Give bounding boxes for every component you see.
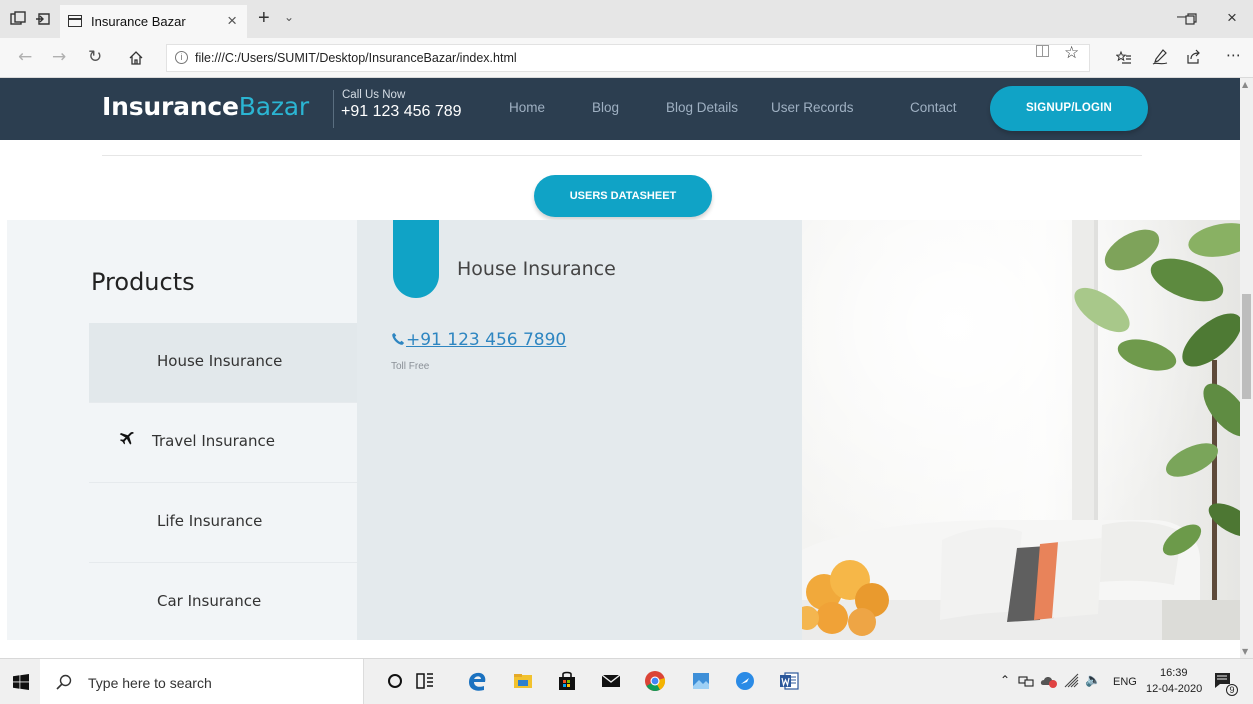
cortana-icon[interactable] [384,670,406,692]
nav-home[interactable]: Home [509,100,545,115]
favorites-list-icon[interactable] [1116,50,1132,66]
clock-time[interactable]: 16:39 [1160,667,1188,679]
messenger-app-icon[interactable] [734,670,756,692]
new-tab-button[interactable]: + [258,7,270,30]
header-divider [333,90,334,128]
product-detail-panel: House Insurance +91 123 456 7890 Toll Fr… [357,220,802,640]
tab-title: Insurance Bazar [91,14,186,29]
search-icon [56,674,72,690]
product-life-insurance[interactable]: Life Insurance [89,483,357,563]
restore-icon[interactable] [1185,12,1197,30]
taskbar-search[interactable]: Type here to search [40,659,364,704]
phone-number: +91 123 456 7890 [406,330,567,350]
windows-start-icon[interactable] [13,674,29,690]
nav-blog[interactable]: Blog [592,100,619,115]
language-indicator[interactable]: ENG [1113,676,1137,688]
notification-count: 9 [1226,684,1238,696]
clock-date[interactable]: 12-04-2020 [1146,683,1202,695]
store-icon[interactable] [556,670,578,692]
more-icon[interactable]: ⋯ [1226,46,1241,64]
info-icon[interactable]: i [175,51,188,64]
wifi-icon[interactable] [1064,673,1080,689]
reading-view-icon[interactable] [1036,45,1049,57]
active-tab[interactable]: Insurance Bazar × [60,5,247,38]
accent-tab [393,220,439,298]
nav-blog-details[interactable]: Blog Details [666,100,738,115]
page-icon [68,15,82,27]
call-number: +91 123 456 789 [341,103,462,120]
back-icon[interactable]: ← [18,47,32,67]
address-input[interactable]: i file:///C:/Users/SUMIT/Desktop/Insuran… [166,44,1090,72]
products-panel: Products House Insurance Travel Insuranc… [7,220,357,640]
favorite-star-icon[interactable]: ☆ [1064,43,1079,63]
word-icon[interactable] [778,670,800,692]
browser-tab-bar: Insurance Bazar × + ⌄ – × [0,0,1253,38]
scroll-down-icon[interactable]: ▼ [1242,647,1248,656]
refresh-icon[interactable]: ↻ [88,47,102,67]
tab-close-icon[interactable]: × [227,11,237,31]
scroll-up-icon[interactable]: ▲ [1242,80,1248,89]
home-icon[interactable] [128,50,144,66]
browser-address-bar: ← → ↻ i file:///C:/Users/SUMIT/Desktop/I… [0,38,1253,78]
pen-icon[interactable] [1152,49,1168,65]
page-scrollbar[interactable]: ▲ ▼ [1240,78,1253,658]
chrome-icon[interactable] [644,670,666,692]
tab-list-chevron-icon[interactable]: ⌄ [284,10,294,24]
share-icon[interactable] [1186,49,1202,65]
close-window-icon[interactable]: × [1227,8,1237,28]
product-label: Car Insurance [157,592,262,610]
nav-contact[interactable]: Contact [910,100,957,115]
search-placeholder: Type here to search [88,675,212,691]
file-explorer-icon[interactable] [512,670,534,692]
photos-app-icon[interactable] [690,670,712,692]
phone-icon [392,332,405,345]
mail-icon[interactable] [600,670,622,692]
users-datasheet-button[interactable]: USERS DATASHEET [534,175,712,217]
forward-icon[interactable]: → [52,47,66,67]
logo-light-text: Bazar [238,92,309,121]
edge-browser-icon[interactable] [466,670,488,692]
product-travel-insurance[interactable]: Travel Insurance [89,403,357,483]
windows-taskbar: Type here to search ⌃ 🔈 ENG 16:39 12-04-… [0,658,1253,704]
products-heading: Products [91,268,195,296]
product-label: Life Insurance [157,512,263,530]
url-text[interactable]: file:///C:/Users/SUMIT/Desktop/Insurance… [195,51,517,65]
product-house-insurance[interactable]: House Insurance [89,323,357,403]
task-view-icon[interactable] [414,670,436,692]
set-aside-tabs-icon[interactable] [36,11,52,27]
call-label: Call Us Now [342,89,406,101]
plane-icon [119,431,134,445]
network-icon[interactable] [1018,674,1034,688]
tray-chevron-icon[interactable]: ⌃ [1000,673,1010,687]
signup-login-button[interactable]: SIGNUP/LOGIN [990,86,1148,131]
house-interior-photo [802,220,1240,640]
nav-user-records[interactable]: User Records [771,100,854,115]
toll-free-label: Toll Free [391,361,430,372]
site-logo[interactable]: InsuranceBazar [102,92,309,121]
phone-link[interactable]: +91 123 456 7890 [391,330,566,350]
tab-preview-icon[interactable] [10,11,26,27]
logo-bold-text: Insurance [102,92,239,121]
site-header: InsuranceBazar Call Us Now +91 123 456 7… [0,78,1240,140]
scroll-thumb[interactable] [1242,294,1251,399]
volume-icon[interactable]: 🔈 [1085,672,1101,688]
product-label: House Insurance [157,352,283,370]
detail-title: House Insurance [457,258,616,280]
product-car-insurance[interactable]: Car Insurance [89,563,357,643]
onedrive-icon[interactable] [1040,673,1058,689]
product-label: Travel Insurance [152,432,275,450]
divider [102,155,1142,156]
